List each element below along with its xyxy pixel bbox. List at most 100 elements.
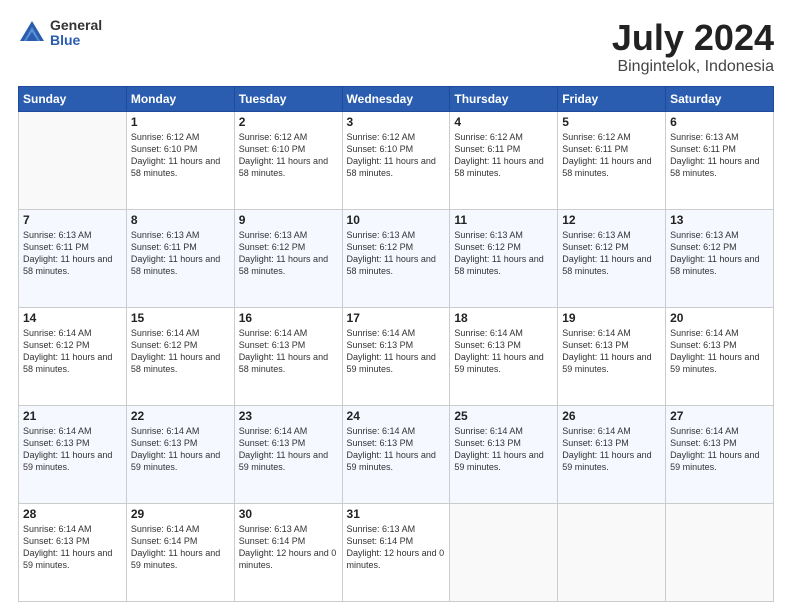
calendar-cell: 1Sunrise: 6:12 AM Sunset: 6:10 PM Daylig… (126, 111, 234, 209)
calendar-week-row-1: 7 Sunrise: 6:13 AM Sunset: 6:11 PM Daylig… (19, 209, 774, 307)
cell-date-number: 22 (131, 409, 230, 423)
cell-date-number: 21 (23, 409, 122, 423)
calendar-cell: 25 Sunrise: 6:14 AM Sunset: 6:13 PM Dayli… (450, 405, 558, 503)
cell-date-number: 27 (670, 409, 769, 423)
cell-sun-info: Sunrise: 6:14 AM Sunset: 6:13 PM Dayligh… (23, 523, 122, 572)
logo: General Blue (18, 18, 102, 49)
calendar-cell: 4 Sunrise: 6:12 AM Sunset: 6:11 PM Daylig… (450, 111, 558, 209)
cell-sun-info: Sunrise: 6:14 AM Sunset: 6:13 PM Dayligh… (347, 327, 446, 376)
logo-icon (18, 19, 46, 47)
calendar-cell: 5Sunrise: 6:12 AM Sunset: 6:11 PM Daylig… (558, 111, 666, 209)
cell-date-number: 13 (670, 213, 769, 227)
cell-sun-info: Sunrise: 6:14 AM Sunset: 6:13 PM Dayligh… (239, 327, 338, 376)
cell-date-number: 31 (347, 507, 446, 521)
calendar-cell: 9 Sunrise: 6:13 AM Sunset: 6:12 PM Daylig… (234, 209, 342, 307)
logo-text: General Blue (50, 18, 102, 49)
cell-date-number: 20 (670, 311, 769, 325)
col-wednesday: Wednesday (342, 86, 450, 111)
calendar-cell: 2 Sunrise: 6:12 AM Sunset: 6:10 PM Daylig… (234, 111, 342, 209)
cell-date-number: 19 (562, 311, 661, 325)
cell-date-number: 2 (239, 115, 338, 129)
cell-sun-info: Sunrise: 6:14 AM Sunset: 6:13 PM Dayligh… (454, 425, 553, 474)
cell-date-number: 8 (131, 213, 230, 227)
title-block: July 2024 Bingintelok, Indonesia (612, 18, 774, 76)
cell-sun-info: Sunrise: 6:13 AM Sunset: 6:12 PM Dayligh… (239, 229, 338, 278)
logo-general-text: General (50, 18, 102, 33)
calendar-header-row: Sunday Monday Tuesday Wednesday Thursday… (19, 86, 774, 111)
cell-date-number: 7 (23, 213, 122, 227)
calendar-cell: 16Sunrise: 6:14 AM Sunset: 6:13 PM Dayli… (234, 307, 342, 405)
cell-sun-info: Sunrise: 6:12 AM Sunset: 6:10 PM Dayligh… (347, 131, 446, 180)
cell-sun-info: Sunrise: 6:14 AM Sunset: 6:13 PM Dayligh… (131, 425, 230, 474)
calendar-cell: 21Sunrise: 6:14 AM Sunset: 6:13 PM Dayli… (19, 405, 127, 503)
cell-sun-info: Sunrise: 6:14 AM Sunset: 6:13 PM Dayligh… (454, 327, 553, 376)
calendar-cell (666, 503, 774, 601)
cell-date-number: 6 (670, 115, 769, 129)
calendar-table: Sunday Monday Tuesday Wednesday Thursday… (18, 86, 774, 602)
cell-date-number: 30 (239, 507, 338, 521)
calendar-cell: 7Sunrise: 6:13 AM Sunset: 6:11 PM Daylig… (19, 209, 127, 307)
calendar-cell: 20 Sunrise: 6:14 AM Sunset: 6:13 PM Dayli… (666, 307, 774, 405)
calendar-week-row-2: 14 Sunrise: 6:14 AM Sunset: 6:12 PM Dayli… (19, 307, 774, 405)
cell-sun-info: Sunrise: 6:12 AM Sunset: 6:10 PM Dayligh… (131, 131, 230, 180)
cell-sun-info: Sunrise: 6:14 AM Sunset: 6:13 PM Dayligh… (239, 425, 338, 474)
cell-date-number: 18 (454, 311, 553, 325)
cell-date-number: 3 (347, 115, 446, 129)
calendar-cell: 30 Sunrise: 6:13 AM Sunset: 6:14 PM Dayli… (234, 503, 342, 601)
title-location: Bingintelok, Indonesia (612, 58, 774, 76)
calendar-cell: 12Sunrise: 6:13 AM Sunset: 6:12 PM Dayli… (558, 209, 666, 307)
calendar-week-row-0: 1Sunrise: 6:12 AM Sunset: 6:10 PM Daylig… (19, 111, 774, 209)
calendar-cell: 6 Sunrise: 6:13 AM Sunset: 6:11 PM Daylig… (666, 111, 774, 209)
cell-date-number: 28 (23, 507, 122, 521)
calendar-cell (558, 503, 666, 601)
cell-date-number: 5 (562, 115, 661, 129)
cell-sun-info: Sunrise: 6:14 AM Sunset: 6:13 PM Dayligh… (347, 425, 446, 474)
calendar-cell: 31Sunrise: 6:13 AM Sunset: 6:14 PM Dayli… (342, 503, 450, 601)
col-monday: Monday (126, 86, 234, 111)
cell-sun-info: Sunrise: 6:12 AM Sunset: 6:10 PM Dayligh… (239, 131, 338, 180)
cell-date-number: 26 (562, 409, 661, 423)
logo-blue-text: Blue (50, 33, 102, 48)
cell-sun-info: Sunrise: 6:14 AM Sunset: 6:12 PM Dayligh… (131, 327, 230, 376)
cell-date-number: 12 (562, 213, 661, 227)
cell-sun-info: Sunrise: 6:13 AM Sunset: 6:14 PM Dayligh… (239, 523, 338, 572)
cell-date-number: 25 (454, 409, 553, 423)
calendar-cell: 23 Sunrise: 6:14 AM Sunset: 6:13 PM Dayli… (234, 405, 342, 503)
col-tuesday: Tuesday (234, 86, 342, 111)
cell-date-number: 15 (131, 311, 230, 325)
cell-sun-info: Sunrise: 6:14 AM Sunset: 6:13 PM Dayligh… (670, 425, 769, 474)
col-thursday: Thursday (450, 86, 558, 111)
calendar-cell: 28 Sunrise: 6:14 AM Sunset: 6:13 PM Dayli… (19, 503, 127, 601)
cell-sun-info: Sunrise: 6:14 AM Sunset: 6:13 PM Dayligh… (562, 327, 661, 376)
cell-date-number: 29 (131, 507, 230, 521)
cell-date-number: 17 (347, 311, 446, 325)
cell-date-number: 24 (347, 409, 446, 423)
calendar-cell: 11Sunrise: 6:13 AM Sunset: 6:12 PM Dayli… (450, 209, 558, 307)
cell-date-number: 14 (23, 311, 122, 325)
calendar-cell: 14Sunrise: 6:14 AM Sunset: 6:12 PM Dayli… (19, 307, 127, 405)
calendar-cell: 19 Sunrise: 6:14 AM Sunset: 6:13 PM Dayli… (558, 307, 666, 405)
cell-date-number: 9 (239, 213, 338, 227)
cell-sun-info: Sunrise: 6:13 AM Sunset: 6:11 PM Dayligh… (131, 229, 230, 278)
calendar-cell: 17 Sunrise: 6:14 AM Sunset: 6:13 PM Dayli… (342, 307, 450, 405)
cell-sun-info: Sunrise: 6:14 AM Sunset: 6:13 PM Dayligh… (670, 327, 769, 376)
calendar-cell: 29 Sunrise: 6:14 AM Sunset: 6:14 PM Dayli… (126, 503, 234, 601)
col-saturday: Saturday (666, 86, 774, 111)
col-friday: Friday (558, 86, 666, 111)
calendar-week-row-3: 21 Sunrise: 6:14 AM Sunset: 6:13 PM Dayli… (19, 405, 774, 503)
cell-date-number: 23 (239, 409, 338, 423)
col-sunday: Sunday (19, 86, 127, 111)
cell-sun-info: Sunrise: 6:13 AM Sunset: 6:12 PM Dayligh… (670, 229, 769, 278)
calendar-cell (19, 111, 127, 209)
calendar-cell: 22 Sunrise: 6:14 AM Sunset: 6:13 PM Dayli… (126, 405, 234, 503)
header: General Blue July 2024 Bingintelok, Indo… (18, 18, 774, 76)
cell-sun-info: Sunrise: 6:12 AM Sunset: 6:11 PM Dayligh… (454, 131, 553, 180)
cell-date-number: 4 (454, 115, 553, 129)
cell-sun-info: Sunrise: 6:14 AM Sunset: 6:14 PM Dayligh… (131, 523, 230, 572)
cell-sun-info: Sunrise: 6:13 AM Sunset: 6:11 PM Dayligh… (670, 131, 769, 180)
calendar-cell: 18 Sunrise: 6:14 AM Sunset: 6:13 PM Dayli… (450, 307, 558, 405)
cell-date-number: 10 (347, 213, 446, 227)
calendar-cell (450, 503, 558, 601)
cell-sun-info: Sunrise: 6:13 AM Sunset: 6:12 PM Dayligh… (454, 229, 553, 278)
calendar-cell: 8 Sunrise: 6:13 AM Sunset: 6:11 PM Daylig… (126, 209, 234, 307)
